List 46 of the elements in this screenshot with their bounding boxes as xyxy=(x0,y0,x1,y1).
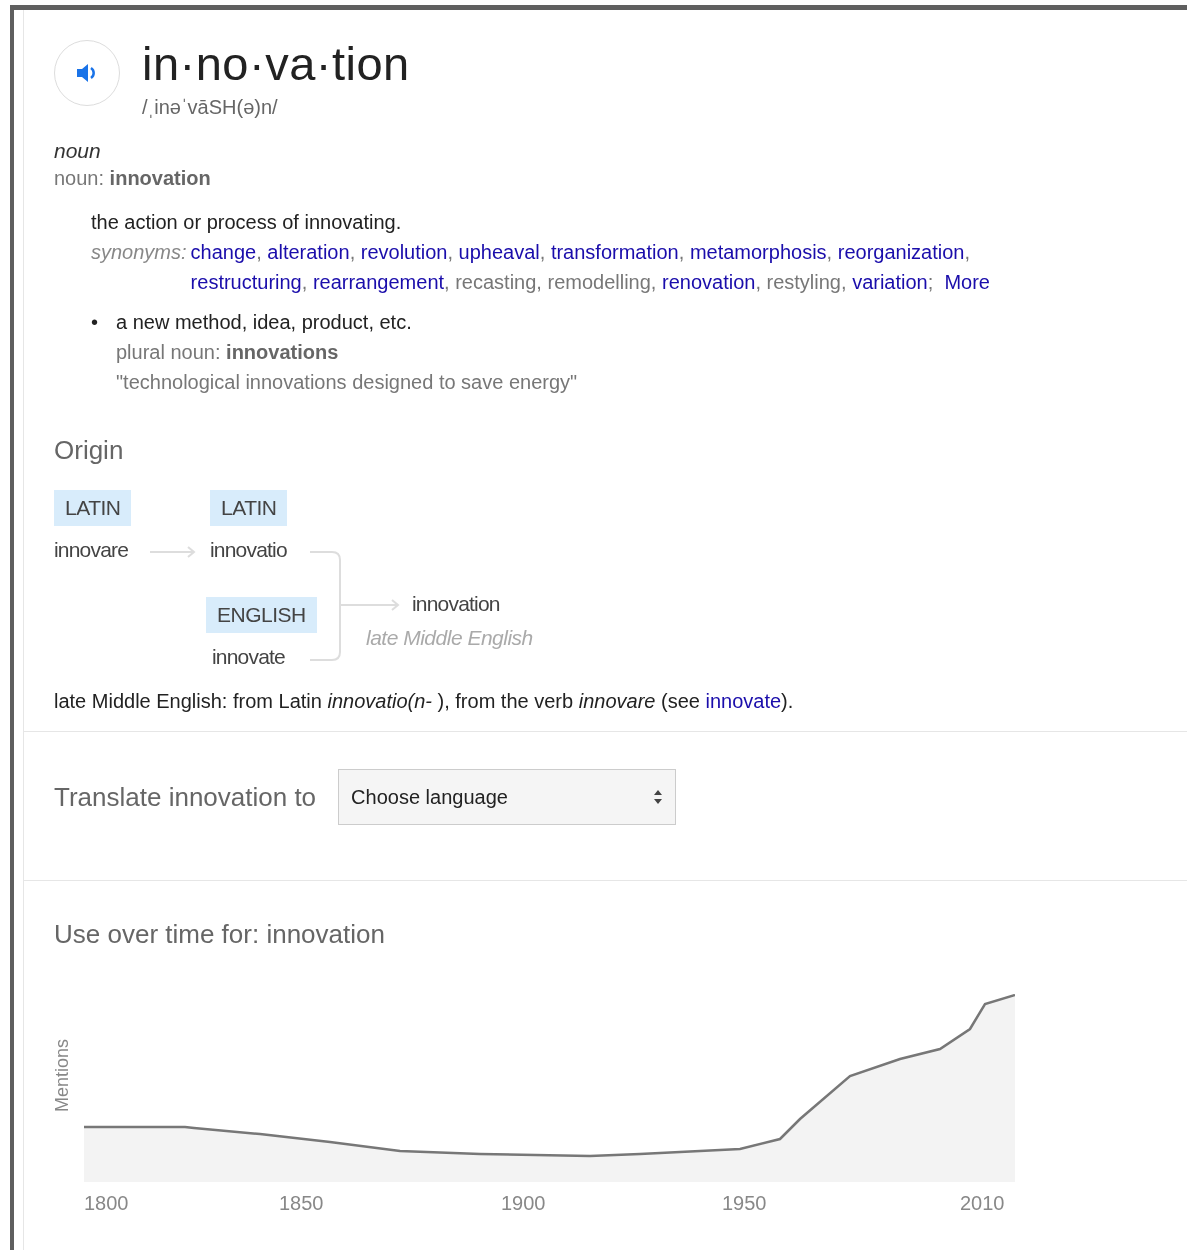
axis-tick-label: 1950 xyxy=(722,1192,767,1215)
synonyms-label: synonyms: xyxy=(91,240,188,265)
word-form: noun: innovation xyxy=(54,166,212,191)
section-heading: Origin xyxy=(54,435,125,466)
etymology-text: late Middle English: from Latin innovatio(n- ), from the verb innovare (see innovate). xyxy=(54,690,795,713)
definition-text: the action or process of innovating. xyxy=(91,210,403,235)
synonyms-list: change, alteration, revolution, upheaval, transformation, metamorphosis, reorganization, restructuring, rearrangement, recasting, remodelling, renovation, restyling, variation; More xyxy=(190,237,1031,297)
axis-tick-label: 2010 xyxy=(960,1192,1005,1215)
synonym-link[interactable]: change xyxy=(190,241,257,263)
bullet-mark: • xyxy=(91,310,99,335)
part-of-speech: noun xyxy=(54,139,102,163)
word-form: plural noun: innovations xyxy=(116,340,340,365)
example-text: "technological innovations designed to save energy" xyxy=(116,370,578,395)
synonym-link[interactable]: restructuring xyxy=(190,271,302,293)
origin-word: innovation xyxy=(412,592,500,616)
language-select[interactable]: Choose language xyxy=(338,769,677,825)
synonym-link[interactable]: transformation xyxy=(550,241,679,263)
synonym-link[interactable]: variation xyxy=(852,271,928,293)
synonym-link[interactable]: rearrangement xyxy=(312,271,445,293)
synonym-link[interactable]: upheaval xyxy=(458,241,540,263)
translate-label: Translate innovation to xyxy=(54,781,317,813)
headword: in·no·va·tion xyxy=(142,36,410,92)
speaker-icon xyxy=(76,63,98,83)
section-heading: Use over time for: innovation xyxy=(54,919,386,950)
synonym-link[interactable]: reorganization xyxy=(837,241,965,263)
arrow xyxy=(149,546,196,558)
definition-text: a new method, idea, product, etc. xyxy=(116,310,413,335)
synonym-link[interactable]: revolution xyxy=(360,241,448,263)
period-text: late Middle English xyxy=(366,626,533,650)
synonym-link[interactable]: metamorphosis xyxy=(689,241,827,263)
axis-label: Mentions xyxy=(52,1039,73,1112)
origin-word: innovatio xyxy=(210,538,287,562)
sort-arrows-icon xyxy=(653,789,664,805)
language-tag: LATIN xyxy=(210,490,288,526)
origin-word: innovare xyxy=(54,538,129,562)
axis-tick-label: 1800 xyxy=(84,1192,129,1215)
language-tag: ENGLISH xyxy=(206,597,317,633)
synonym-link[interactable]: renovation xyxy=(662,271,756,293)
axis-tick-label: 1850 xyxy=(279,1192,324,1215)
phonetic-text: /ˌinəˈvāSH(ə)n/ xyxy=(142,96,279,119)
more-link[interactable]: More xyxy=(944,271,990,293)
origin-word: innovate xyxy=(212,645,285,669)
word-link[interactable]: innovate xyxy=(705,690,782,712)
axis-tick-label: 1900 xyxy=(501,1192,546,1215)
synonym-link[interactable]: alteration xyxy=(267,241,350,263)
language-tag: LATIN xyxy=(54,490,132,526)
